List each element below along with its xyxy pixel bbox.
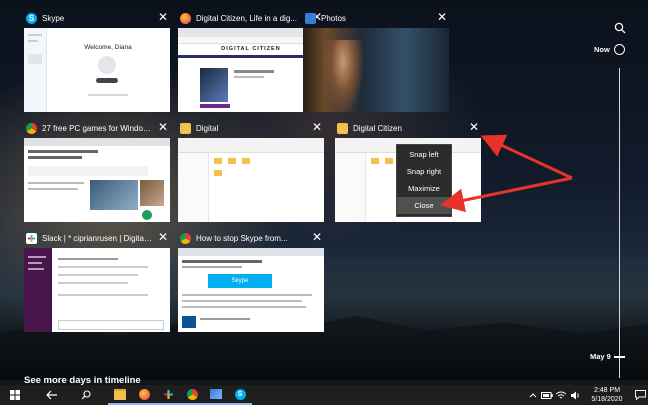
taskbar-photos[interactable] — [204, 385, 228, 405]
photos-icon — [305, 12, 316, 24]
clock-time: 2:48 PM — [593, 387, 621, 394]
window-card-slack[interactable]: Slack | * ciprianrusen | Digital Citizen… — [24, 228, 170, 332]
window-card-chrome-skype[interactable]: How to stop Skype from... ✕ Skype — [178, 228, 324, 332]
close-icon[interactable]: ✕ — [312, 121, 322, 133]
chrome-icon — [186, 388, 198, 400]
search-icon[interactable] — [614, 22, 626, 34]
timeline-scrubber[interactable]: Now May 9 — [590, 22, 646, 378]
photos-icon — [210, 389, 222, 399]
wifi-icon — [555, 391, 567, 398]
folder-icon — [114, 388, 126, 400]
timeline-date-label: May 9 — [590, 352, 611, 361]
start-button[interactable] — [0, 385, 30, 405]
window-card-header: S Skype ✕ — [24, 8, 170, 28]
system-tray: 2:48 PM 5/18/2020 — [526, 385, 648, 405]
window-thumbnail[interactable] — [24, 248, 170, 332]
taskbar: S 2:48 PM 5/18/2020 — [0, 385, 648, 405]
timeline-now-marker[interactable] — [614, 44, 625, 55]
skype-icon: S — [26, 12, 37, 24]
window-thumbnail[interactable] — [24, 138, 170, 222]
menu-item-snap-right[interactable]: Snap right — [397, 163, 451, 180]
skype-banner: Skype — [208, 274, 272, 288]
menu-item-snap-left[interactable]: Snap left — [397, 146, 451, 163]
back-button[interactable] — [40, 385, 64, 405]
window-card-header: Digital Citizen ✕ — [335, 118, 481, 138]
window-card-header: Digital ✕ — [178, 118, 324, 138]
menu-item-maximize[interactable]: Maximize — [397, 180, 451, 197]
search-icon — [81, 390, 91, 400]
close-icon[interactable]: ✕ — [437, 11, 447, 23]
skype-icon: S — [234, 388, 246, 400]
timeline-track[interactable] — [619, 68, 620, 378]
window-card-photos[interactable]: Photos ✕ — [303, 8, 449, 112]
tray-battery[interactable] — [540, 385, 554, 405]
window-card-header: 27 free PC games for Windows 10 you... ✕ — [24, 118, 170, 138]
arrow-left-icon — [46, 390, 57, 400]
firefox-icon — [138, 388, 150, 400]
window-card-chrome-games[interactable]: 27 free PC games for Windows 10 you... ✕ — [24, 118, 170, 222]
timeline-date-tick — [614, 356, 625, 358]
timeline-now-label: Now — [594, 45, 610, 54]
chrome-icon — [26, 122, 37, 134]
window-thumbnail[interactable] — [303, 28, 449, 112]
tray-chevron[interactable] — [526, 385, 540, 405]
close-icon[interactable]: ✕ — [158, 121, 168, 133]
window-thumbnail[interactable]: Welcome, Diana — [24, 28, 170, 112]
window-title: Digital Citizen — [353, 123, 402, 133]
window-thumbnail[interactable]: Skype — [178, 248, 324, 332]
folder-icon — [180, 122, 191, 134]
close-icon[interactable]: ✕ — [312, 231, 322, 243]
window-card-skype[interactable]: S Skype ✕ Welcome, Diana — [24, 8, 170, 112]
search-button[interactable] — [74, 385, 98, 405]
clock-date: 5/18/2020 — [591, 396, 623, 403]
window-card-header: Photos ✕ — [303, 8, 449, 28]
close-icon[interactable]: ✕ — [469, 121, 479, 133]
slack-icon — [26, 232, 37, 244]
window-title: Photos — [321, 13, 346, 23]
action-center-button[interactable] — [632, 385, 648, 405]
taskbar-file-explorer[interactable] — [108, 385, 132, 405]
window-title: Slack | * ciprianrusen | Digital Citizen — [42, 233, 152, 243]
tray-volume[interactable] — [568, 385, 582, 405]
window-card-folder-digital[interactable]: Digital ✕ — [178, 118, 324, 222]
firefox-icon — [180, 12, 191, 24]
chevron-up-icon — [529, 393, 537, 398]
window-title: How to stop Skype from... — [196, 233, 288, 243]
close-icon[interactable]: ✕ — [158, 11, 168, 23]
taskbar-slack[interactable] — [156, 385, 180, 405]
slack-icon — [163, 389, 173, 399]
speaker-icon — [570, 391, 579, 399]
notification-icon — [634, 390, 646, 400]
window-card-header: How to stop Skype from... ✕ — [178, 228, 324, 248]
window-title: Digital — [196, 123, 219, 133]
taskbar-chrome[interactable] — [180, 385, 204, 405]
window-title: Digital Citizen, Life in a dig... — [196, 13, 297, 23]
window-title: 27 free PC games for Windows 10 you... — [42, 123, 152, 133]
tray-network[interactable] — [554, 385, 568, 405]
battery-icon — [541, 391, 553, 399]
menu-item-close[interactable]: Close — [397, 197, 451, 214]
chrome-icon — [180, 232, 191, 244]
close-icon[interactable]: ✕ — [158, 231, 168, 243]
skype-welcome-text: Welcome, Diana — [84, 44, 132, 51]
taskbar-firefox[interactable] — [132, 385, 156, 405]
window-title: Skype — [42, 13, 65, 23]
window-context-menu: Snap left Snap right Maximize Close — [396, 144, 452, 217]
windows-logo-icon — [10, 390, 20, 400]
window-thumbnail[interactable] — [178, 138, 324, 222]
window-card-header: Slack | * ciprianrusen | Digital Citizen… — [24, 228, 170, 248]
folder-icon — [337, 122, 348, 134]
taskbar-skype[interactable]: S — [228, 385, 252, 405]
taskbar-clock[interactable]: 2:48 PM 5/18/2020 — [582, 386, 632, 404]
